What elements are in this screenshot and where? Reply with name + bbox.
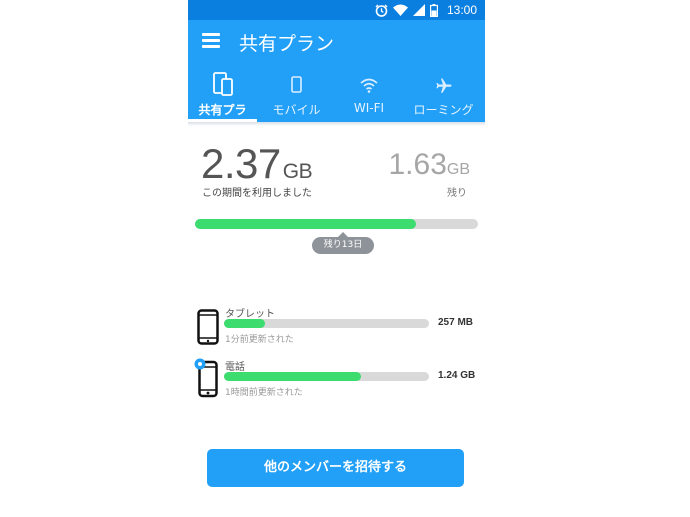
remaining-unit: GB <box>446 161 470 178</box>
usage-progress-bar <box>195 219 478 229</box>
alarm-icon <box>375 3 388 17</box>
airplane-icon <box>436 78 451 93</box>
tab-shared-plan[interactable]: 共有プラ <box>188 64 257 122</box>
tab-wifi[interactable]: WI-FI <box>336 64 402 122</box>
status-bar: 13:00 <box>188 0 485 20</box>
used-data-value: 2.37GB <box>201 140 313 188</box>
device-name: 電話 <box>225 362 245 373</box>
remaining-data-value: 1.63GB <box>388 148 470 182</box>
device-updated-time: 1時間前更新された <box>225 388 303 398</box>
used-value: 2.37 <box>201 140 281 187</box>
usage-progress-fill <box>195 219 416 229</box>
wifi-icon <box>360 78 378 93</box>
devices-icon <box>212 72 233 96</box>
device-usage-bar <box>224 319 429 328</box>
device-usage-bar <box>224 372 429 381</box>
wifi-signal-icon <box>392 4 408 16</box>
battery-icon <box>429 3 438 17</box>
device-usage-fill <box>224 319 265 328</box>
tab-roaming[interactable]: ローミング <box>402 64 485 122</box>
device-row-phone[interactable]: 電話 1.24 GB 1時間前更新された <box>188 358 485 402</box>
page-title: 共有プラン <box>239 33 335 55</box>
status-time: 13:00 <box>446 3 477 17</box>
used-caption: この期間を利用しました <box>202 188 312 199</box>
status-icons: 13:00 <box>375 2 477 18</box>
tab-label: モバイル <box>272 103 321 117</box>
device-usage-fill <box>224 372 362 381</box>
gear-icon <box>194 358 206 370</box>
device-row-tablet[interactable]: タブレット 257 MB 1分前更新された <box>188 305 485 349</box>
device-name: タブレット <box>225 309 275 320</box>
tab-label: ローミング <box>413 103 474 117</box>
device-updated-time: 1分前更新された <box>225 335 294 345</box>
tab-shadow <box>188 122 485 126</box>
used-unit: GB <box>282 160 313 183</box>
invite-members-button[interactable]: 他のメンバーを招待する <box>207 449 464 487</box>
app-bar: 共有プラン <box>188 20 485 64</box>
days-left-badge: 残り13日 <box>312 232 374 254</box>
tab-bar: 共有プラ モバイル WI-FI ローミング <box>188 64 485 122</box>
cell-signal-icon <box>412 4 425 16</box>
remaining-value: 1.63 <box>388 148 447 181</box>
tab-label: WI-FI <box>353 101 385 115</box>
tab-label: 共有プラ <box>198 103 247 117</box>
device-usage-size: 1.24 GB <box>438 370 476 381</box>
remaining-caption: 残り <box>447 188 467 199</box>
device-usage-size: 257 MB <box>438 317 474 328</box>
tab-mobile[interactable]: モバイル <box>257 64 336 122</box>
app-screen: 13:00 共有プラン 共有プラ モバイル WI-FI ローミング 2.37GB… <box>188 0 485 517</box>
tablet-icon <box>197 309 219 345</box>
phone-icon <box>290 76 302 93</box>
hamburger-menu-icon[interactable] <box>202 33 220 49</box>
